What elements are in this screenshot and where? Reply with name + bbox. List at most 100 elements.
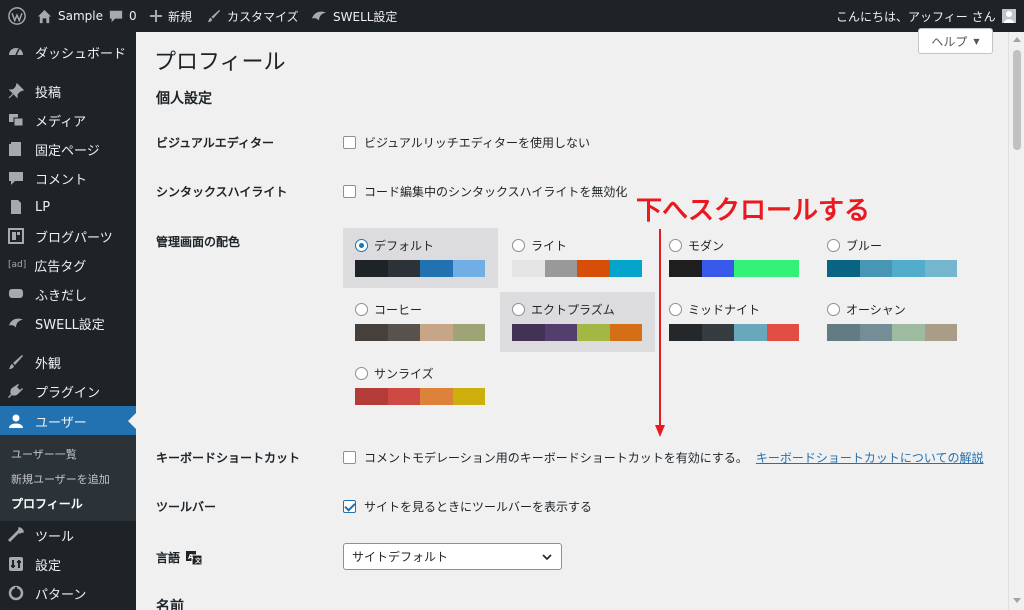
scheme-blue[interactable]: ブルー [815, 228, 970, 288]
page-scrollbar[interactable] [1008, 32, 1024, 610]
syntax-highlight-checkbox[interactable] [343, 185, 356, 198]
menu-comments[interactable]: コメント [0, 164, 136, 192]
menu-lp[interactable]: LP [0, 193, 136, 221]
scheme-light[interactable]: ライト [500, 228, 655, 288]
layout-icon [8, 228, 24, 244]
scheme-sunrise[interactable]: サンライズ [343, 356, 498, 416]
admin-bar: Sample 0 新規 カスタマイズ SWELL設定 こんにちは、アッフィー さ… [0, 0, 1024, 32]
site-name: Sample [58, 9, 103, 23]
menu-posts[interactable]: 投稿 [0, 77, 136, 105]
menu-ad-tags[interactable]: [ad] 広告タグ [0, 251, 136, 279]
keyboard-shortcuts-checkbox[interactable] [343, 451, 356, 464]
menu-patterns[interactable]: パターン [0, 579, 136, 607]
avatar [1001, 9, 1016, 23]
menu-appearance[interactable]: 外観 [0, 348, 136, 376]
appearance-icon [8, 354, 24, 370]
color-scheme-label: 管理画面の配色 [156, 235, 241, 249]
scheme-radio[interactable] [355, 303, 368, 316]
customize-link[interactable]: カスタマイズ [207, 0, 299, 32]
page-title: プロフィール [154, 50, 286, 75]
scheme-radio[interactable] [355, 367, 368, 380]
syntax-highlight-option[interactable]: コード編集中のシンタックスハイライトを無効化 [343, 183, 627, 200]
help-button[interactable]: ヘルプ ▼ [918, 28, 993, 54]
menu-speech-bubbles[interactable]: ふきだし [0, 280, 136, 308]
menu-pages[interactable]: 固定ページ [0, 135, 136, 163]
scroll-thumb[interactable] [1013, 50, 1021, 150]
scheme-swatches [512, 260, 642, 277]
comments-link[interactable]: 0 [109, 0, 137, 32]
menu-label: SWELL設定 [35, 317, 105, 333]
scroll-down-icon[interactable] [1013, 598, 1021, 603]
new-content-link[interactable]: 新規 [150, 0, 192, 32]
color-swatch [827, 260, 860, 277]
scheme-swatches [355, 324, 485, 341]
toolbar-label: ツールバー [156, 500, 217, 514]
page-icon [8, 141, 24, 157]
visual-editor-checkbox[interactable] [343, 136, 356, 149]
keyboard-shortcuts-help-link[interactable]: キーボードショートカットについての解説 [756, 449, 984, 466]
scheme-name: ミッドナイト [688, 303, 761, 317]
visual-editor-label: ビジュアルエディター [156, 136, 274, 150]
scheme-modern[interactable]: モダン [657, 228, 812, 288]
submenu-add-new-user[interactable]: 新規ユーザーを追加 [11, 471, 110, 487]
scheme-radio[interactable] [827, 239, 840, 252]
swell-icon [311, 11, 327, 21]
scheme-swatches [669, 324, 799, 341]
menu-label: LP [35, 199, 51, 215]
color-swatch [512, 260, 545, 277]
menu-dashboard[interactable]: ダッシュボード [0, 38, 136, 66]
color-swatch [827, 324, 860, 341]
toolbar-checkbox[interactable] [343, 500, 356, 513]
scheme-radio[interactable] [669, 303, 682, 316]
menu-settings[interactable]: 設定 [0, 550, 136, 578]
menu-label: 外観 [35, 356, 62, 372]
dashboard-icon [8, 44, 24, 60]
menu-users[interactable]: ユーザー [0, 406, 136, 436]
color-swatch [512, 324, 545, 341]
color-swatch [577, 260, 610, 277]
menu-label: 広告タグ [34, 259, 87, 275]
scheme-coffee[interactable]: コーヒー [343, 292, 498, 352]
scroll-up-arrow-icon[interactable] [1013, 37, 1021, 42]
color-swatch [544, 260, 577, 277]
toolbar-option[interactable]: サイトを見るときにツールバーを表示する [343, 498, 592, 515]
scheme-swatches [827, 260, 957, 277]
menu-blog-parts[interactable]: ブログパーツ [0, 222, 136, 250]
scheme-radio[interactable] [512, 303, 525, 316]
main-content: ヘルプ ▼ プロフィール 個人設定 ビジュアルエディター ビジュアルリッチエディ… [136, 28, 1008, 610]
menu-plugins[interactable]: プラグイン [0, 377, 136, 405]
syntax-highlight-option-text: コード編集中のシンタックスハイライトを無効化 [364, 185, 628, 199]
wordpress-logo-icon[interactable] [8, 0, 26, 32]
scheme-name: サンライズ [374, 367, 434, 381]
keyboard-shortcuts-option[interactable]: コメントモデレーション用のキーボードショートカットを有効にする。 キーボードショ… [343, 449, 984, 466]
comment-icon [8, 170, 24, 186]
scheme-radio[interactable] [827, 303, 840, 316]
scheme-radio[interactable] [512, 239, 525, 252]
menu-label: ツール [35, 529, 75, 545]
menu-tools[interactable]: ツール [0, 521, 136, 549]
help-label: ヘルプ [931, 34, 968, 49]
visual-editor-option[interactable]: ビジュアルリッチエディターを使用しない [343, 134, 590, 151]
color-swatch [734, 260, 767, 277]
scheme-radio[interactable] [355, 239, 368, 252]
svg-text:文: 文 [194, 557, 202, 565]
color-swatch [452, 388, 485, 405]
site-name-link[interactable]: Sample [37, 0, 103, 32]
color-swatch [701, 260, 734, 277]
scheme-default[interactable]: デフォルト [343, 228, 498, 288]
menu-label: パターン [35, 587, 87, 603]
menu-media[interactable]: メディア [0, 106, 136, 134]
scheme-midnight[interactable]: ミッドナイト [657, 292, 812, 352]
color-swatch [420, 324, 453, 341]
scheme-ocean[interactable]: オーシャン [815, 292, 970, 352]
scheme-radio[interactable] [669, 239, 682, 252]
menu-swell-settings[interactable]: SWELL設定 [0, 309, 136, 337]
color-swatch [892, 260, 925, 277]
language-select[interactable]: サイトデフォルト [343, 543, 562, 570]
submenu-profile[interactable]: プロフィール [11, 495, 83, 512]
submenu-all-users[interactable]: ユーザー一覧 [11, 446, 77, 462]
color-swatch [924, 324, 957, 341]
swell-settings-link[interactable]: SWELL設定 [311, 0, 397, 32]
pin-icon [8, 83, 24, 99]
scheme-ectoplasm[interactable]: エクトプラズム [500, 292, 655, 352]
